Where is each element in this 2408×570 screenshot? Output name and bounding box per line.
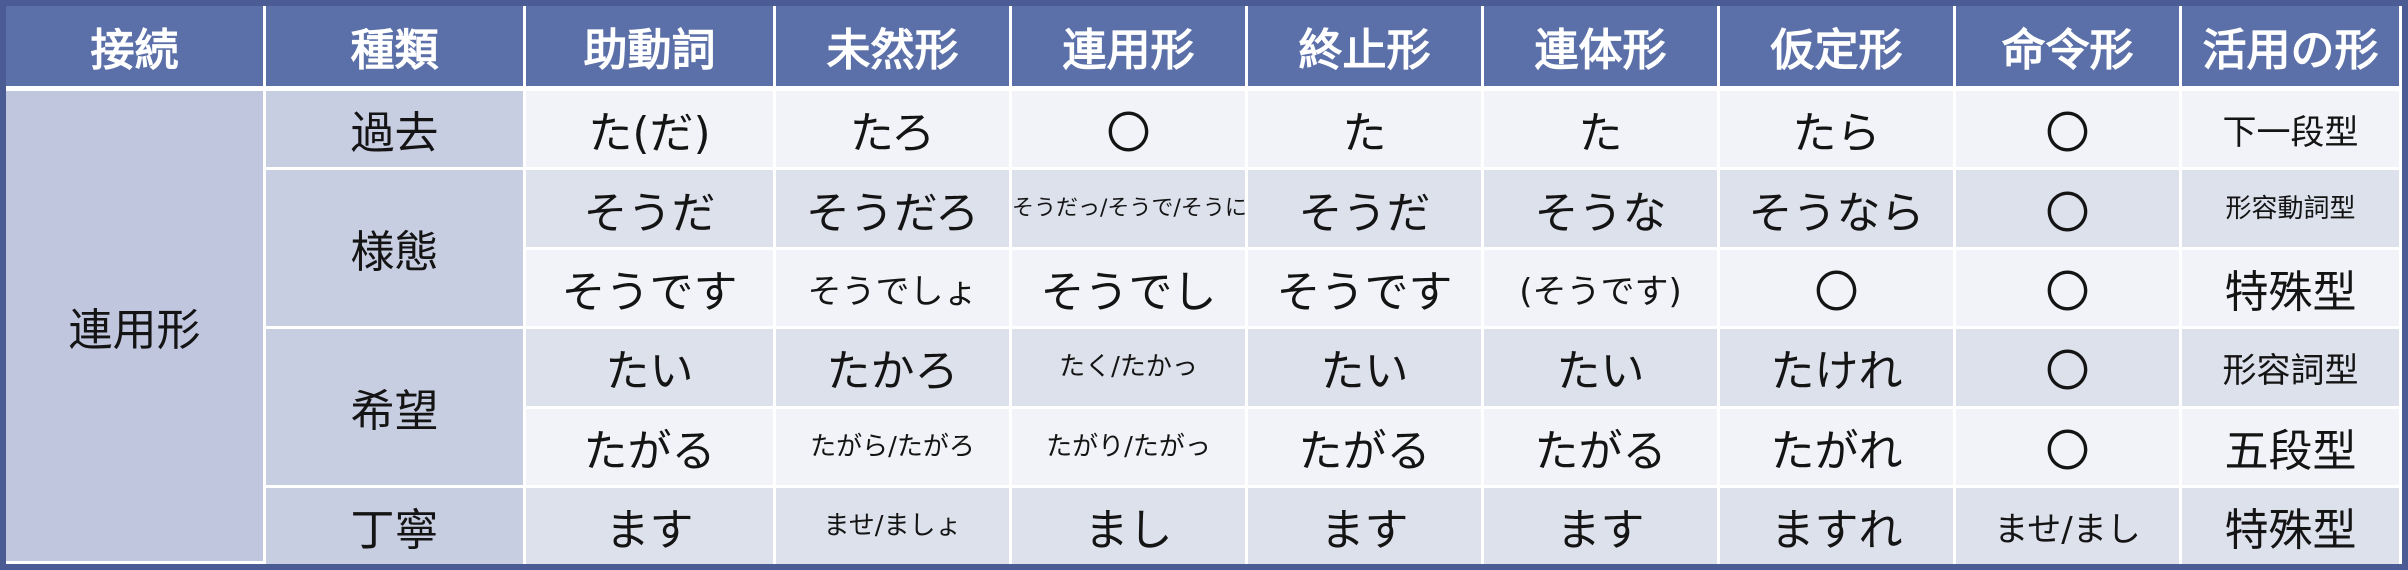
- table-cell: ます: [1248, 488, 1484, 564]
- header-auxiliary-verb: 助動詞: [526, 6, 776, 91]
- table-row: 連用形 過去 た(だ) たろ 〇 た た たら 〇 下一段型: [6, 91, 2402, 564]
- table-cell: た(だ): [526, 91, 776, 171]
- header-renyokei: 連用形: [1012, 6, 1248, 91]
- table-cell: そうです: [526, 249, 776, 330]
- table-cell: たがる: [1248, 408, 1484, 489]
- table-cell: たい: [526, 329, 776, 409]
- table-cell: まし: [1012, 488, 1248, 564]
- header-rentaikei: 連体形: [1484, 6, 1720, 91]
- table-cell: たかろ: [776, 329, 1012, 409]
- type-cell: 希望: [266, 329, 526, 489]
- table-cell: 形容動詞型: [2182, 170, 2402, 250]
- table-cell: そうだろ: [776, 170, 1012, 250]
- header-kateikei: 仮定形: [1720, 6, 1956, 91]
- header-conjugation-form: 活用の形: [2182, 6, 2402, 91]
- table-cell: 特殊型: [2182, 249, 2402, 330]
- table-cell: 〇: [1956, 408, 2182, 489]
- table-cell: たがら/たがろ: [776, 408, 1012, 489]
- header-shushikei: 終止形: [1248, 6, 1484, 91]
- table-cell: た: [1484, 91, 1720, 171]
- table-cell: そうでしょ: [776, 249, 1012, 330]
- table-cell: 下一段型: [2182, 91, 2402, 171]
- table-cell: ますれ: [1720, 488, 1956, 564]
- type-cell: 過去: [266, 91, 526, 171]
- type-cell: 丁寧: [266, 488, 526, 564]
- table-cell: 〇: [1956, 249, 2182, 330]
- table-cell: そうでし: [1012, 249, 1248, 330]
- table-cell: そうな: [1484, 170, 1720, 250]
- header-mizenkei: 未然形: [776, 6, 1012, 91]
- table-cell: ませ/ましょ: [776, 488, 1012, 564]
- table-cell: (そうです): [1484, 249, 1720, 330]
- header-type: 種類: [266, 6, 526, 91]
- table-cell: 〇: [1956, 91, 2182, 171]
- table-cell: たがる: [526, 408, 776, 489]
- table-row: 丁寧 ます ませ/ましょ まし ます ます ますれ ませ/まし 特殊型: [6, 488, 2402, 564]
- table-cell: そうです: [1248, 249, 1484, 330]
- table-cell: そうだっ/そうで/そうに: [1012, 170, 1248, 250]
- table-cell: 〇: [1956, 170, 2182, 250]
- type-cell: 様態: [266, 170, 526, 330]
- header-meireikei: 命令形: [1956, 6, 2182, 91]
- table-cell: 〇: [1012, 91, 1248, 171]
- table-cell: ます: [526, 488, 776, 564]
- header-row: 接続 種類 助動詞 未然形 連用形 終止形 連体形 仮定形 命令形 活用の形: [6, 6, 2402, 91]
- table-cell: そうだ: [526, 170, 776, 250]
- table-cell: たがる: [1484, 408, 1720, 489]
- table-frame: 接続 種類 助動詞 未然形 連用形 終止形 連体形 仮定形 命令形 活用の形 連…: [0, 0, 2408, 570]
- table-cell: ます: [1484, 488, 1720, 564]
- table-cell: たい: [1484, 329, 1720, 409]
- table-cell: 五段型: [2182, 408, 2402, 489]
- table-cell: た: [1248, 91, 1484, 171]
- table-row: 様態 そうだ そうだろ そうだっ/そうで/そうに そうだ そうな そうなら 〇 …: [6, 170, 2402, 330]
- table-cell: 〇: [1956, 329, 2182, 409]
- table-cell: ませ/まし: [1956, 488, 2182, 564]
- connection-cell: 連用形: [6, 91, 266, 564]
- table-row: 希望 たい たかろ たく/たかっ たい たい たけれ 〇 形容詞型: [6, 329, 2402, 489]
- header-connection: 接続: [6, 6, 266, 91]
- table-cell: 形容詞型: [2182, 329, 2402, 409]
- table-cell: たがれ: [1720, 408, 1956, 489]
- table-cell: たろ: [776, 91, 1012, 171]
- table-cell: たがり/たがっ: [1012, 408, 1248, 489]
- conjugation-table: 接続 種類 助動詞 未然形 連用形 終止形 連体形 仮定形 命令形 活用の形 連…: [6, 6, 2402, 564]
- table-cell: 特殊型: [2182, 488, 2402, 564]
- table-cell: そうだ: [1248, 170, 1484, 250]
- table-cell: たら: [1720, 91, 1956, 171]
- table-cell: たけれ: [1720, 329, 1956, 409]
- table-cell: そうなら: [1720, 170, 1956, 250]
- table-cell: たく/たかっ: [1012, 329, 1248, 409]
- table-cell: たい: [1248, 329, 1484, 409]
- table-cell: 〇: [1720, 249, 1956, 330]
